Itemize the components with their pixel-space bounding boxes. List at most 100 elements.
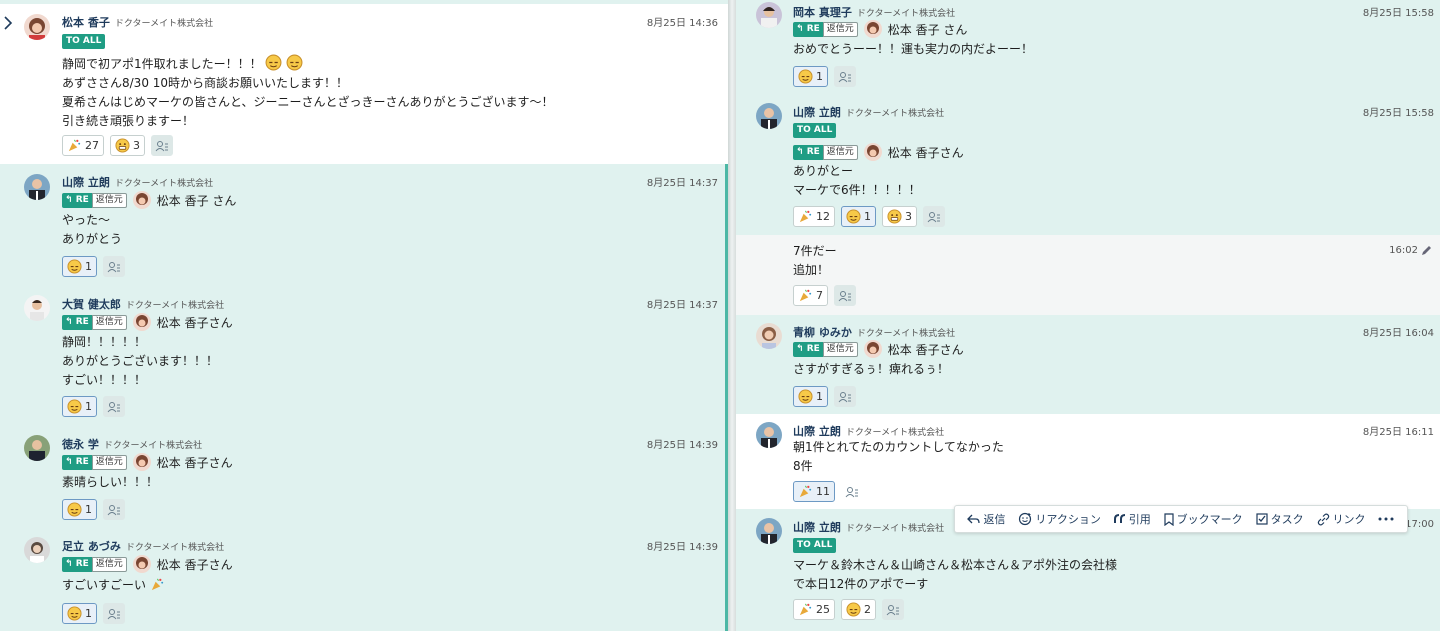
users-list-icon — [886, 604, 899, 615]
reaction-count: 1 — [85, 503, 92, 516]
sender-name[interactable]: 山際 立朗 ドクターメイト株式会社 — [793, 423, 944, 439]
reply-source-label: 返信元 — [822, 144, 858, 160]
reaction-button[interactable]: 7 — [793, 285, 828, 306]
message-item: 大賀 健太郎 ドクターメイト株式会社 8月25日 14:37 ↰ RE 返信元 松… — [0, 286, 728, 426]
reaction-button[interactable]: 1 — [62, 256, 97, 277]
message-item: 松本 香子 ドクターメイト株式会社 8月25日 14:36 TO ALL 静岡で初… — [0, 4, 728, 164]
timestamp: 8月25日 14:37 — [646, 178, 718, 189]
sender-company: ドクターメイト株式会社 — [114, 179, 214, 189]
chevron-right-icon[interactable] — [3, 16, 13, 30]
message-body: 7件だー 追加！ — [793, 242, 837, 280]
reaction-users-button[interactable] — [103, 256, 125, 277]
avatar[interactable] — [24, 537, 50, 563]
reply-reference[interactable]: ↰ RE 返信元 松本 香子さん — [62, 313, 233, 331]
users-list-icon — [838, 71, 851, 82]
grin-face-icon — [115, 138, 130, 153]
message-line: あずささん8/30 10時から商談お願いいたします！！ — [62, 76, 349, 90]
reaction-users-button[interactable] — [834, 386, 856, 407]
reply-source-label: 返信元 — [91, 454, 127, 470]
reply-reference[interactable]: ↰ RE 返信元 松本 香子さん — [62, 555, 233, 573]
reaction-button[interactable]: 1 — [62, 396, 97, 417]
sender-company: ドクターメイト株式会社 — [114, 19, 214, 29]
left-thread-pane: 松本 香子 ドクターメイト株式会社 8月25日 14:36 TO ALL 静岡で初… — [0, 0, 728, 631]
sender-name[interactable]: 山際 立朗 ドクターメイト株式会社 — [793, 519, 944, 535]
timestamp: 16:02 — [1389, 245, 1418, 256]
bow-face-icon — [286, 54, 303, 71]
timestamp: 8月25日 15:58 — [1362, 108, 1434, 119]
avatar[interactable] — [24, 295, 50, 321]
message-item: 徳永 学ドクターメイト株式会社 8月25日 14:39 ↰ RE 返信元 松本 … — [0, 426, 728, 528]
quote-icon — [1113, 514, 1125, 523]
reaction-users-button[interactable] — [834, 285, 856, 306]
avatar[interactable] — [756, 103, 782, 129]
pane-divider[interactable] — [728, 0, 736, 631]
reaction-button[interactable]: 11 — [793, 481, 835, 502]
reaction-count: 2 — [864, 603, 871, 616]
sender-name[interactable]: 大賀 健太郎 ドクターメイト株式会社 — [62, 296, 224, 312]
reply-reference[interactable]: ↰ RE 返信元 松本 香子さん — [62, 453, 233, 471]
message-line: 朝1件とれてたのカウントしてなかった — [793, 440, 1004, 454]
reaction-button[interactable]: リアクション — [1018, 511, 1101, 527]
link-button[interactable]: リンク — [1317, 511, 1366, 527]
sender-name[interactable]: 足立 あづみ ドクターメイト株式会社 — [62, 538, 224, 554]
sender-company: ドクターメイト株式会社 — [125, 301, 225, 311]
reaction-button[interactable]: 27 — [62, 135, 104, 156]
reaction-users-button[interactable] — [834, 66, 856, 87]
avatar[interactable] — [24, 14, 50, 40]
reaction-button[interactable]: 25 — [793, 599, 835, 620]
reaction-button[interactable]: 1 — [62, 499, 97, 520]
avatar[interactable] — [24, 174, 50, 200]
sender-name[interactable]: 松本 香子 ドクターメイト株式会社 — [62, 14, 213, 30]
reaction-count: 1 — [816, 70, 823, 83]
reply-target-name: 松本 香子さん — [156, 557, 233, 572]
sender-name[interactable]: 徳永 学ドクターメイト株式会社 — [62, 436, 202, 452]
reply-reference[interactable]: ↰ RE 返信元 松本 香子 さん — [793, 20, 967, 38]
reaction-users-button[interactable] — [103, 396, 125, 417]
quote-button[interactable]: 引用 — [1113, 511, 1151, 527]
reaction-users-button[interactable] — [923, 206, 945, 227]
reply-reference[interactable]: ↰ RE 返信元 松本 香子さん — [793, 143, 964, 161]
bookmark-button[interactable]: ブックマーク — [1164, 511, 1243, 527]
reaction-button[interactable]: 12 — [793, 206, 835, 227]
message-line: 静岡！！！！！ — [62, 335, 147, 349]
message-line: さすがすぎるぅ！痺れるぅ！ — [793, 362, 950, 376]
reply-badge: ↰ RE — [62, 192, 92, 208]
message-line: 静岡で初アポ1件取れましたー！！！ — [62, 57, 262, 71]
bow-face-icon — [798, 389, 813, 404]
reaction-users-button[interactable] — [151, 135, 173, 156]
reaction-count: 11 — [816, 485, 830, 498]
task-button[interactable]: タスク — [1255, 511, 1304, 527]
avatar[interactable] — [756, 323, 782, 349]
reaction-button[interactable]: 2 — [841, 599, 876, 620]
reaction-button[interactable]: 3 — [882, 206, 917, 227]
reaction-button[interactable]: 1 — [793, 386, 828, 407]
avatar[interactable] — [756, 2, 782, 28]
message-line: マーケ＆鈴木さん＆山崎さん＆松本さん＆アポ外注の会社様 — [793, 558, 1118, 572]
reaction-button[interactable]: 1 — [62, 603, 97, 624]
message-line: 夏希さんはじめマーケの皆さんと、ジーニーさんとざっきーさんありがとうございます〜… — [62, 95, 554, 109]
sender-name[interactable]: 山際 立朗 ドクターメイト株式会社 — [62, 174, 213, 190]
reaction-button[interactable]: 1 — [841, 206, 876, 227]
reaction-users-button[interactable] — [882, 599, 904, 620]
sender-name[interactable]: 山際 立朗 ドクターメイト株式会社 — [793, 104, 944, 120]
avatar[interactable] — [756, 518, 782, 544]
reaction-users-button[interactable] — [103, 499, 125, 520]
message-item: 16:02 7件だー 追加！ 7 — [736, 235, 1440, 315]
reply-source-label: 返信元 — [91, 556, 127, 572]
reaction-users-button[interactable] — [841, 481, 863, 502]
bow-face-icon — [798, 69, 813, 84]
message-line: やった〜 — [62, 213, 111, 227]
more-options-button[interactable] — [1378, 517, 1394, 521]
sender-name[interactable]: 岡本 真理子 ドクターメイト株式会社 — [793, 4, 955, 20]
reaction-users-button[interactable] — [103, 603, 125, 624]
avatar[interactable] — [756, 422, 782, 448]
reply-button[interactable]: 返信 — [967, 511, 1005, 527]
reply-reference[interactable]: ↰ RE 返信元 松本 香子さん — [793, 340, 964, 358]
reaction-button[interactable]: 1 — [793, 66, 828, 87]
reply-reference[interactable]: ↰ RE 返信元 松本 香子 さん — [62, 191, 236, 209]
reaction-button[interactable]: 3 — [110, 135, 145, 156]
sender-name[interactable]: 青柳 ゆみか ドクターメイト株式会社 — [793, 324, 955, 340]
reaction-count: 1 — [85, 400, 92, 413]
avatar[interactable] — [24, 435, 50, 461]
timestamp: 8月25日 15:58 — [1362, 8, 1434, 19]
